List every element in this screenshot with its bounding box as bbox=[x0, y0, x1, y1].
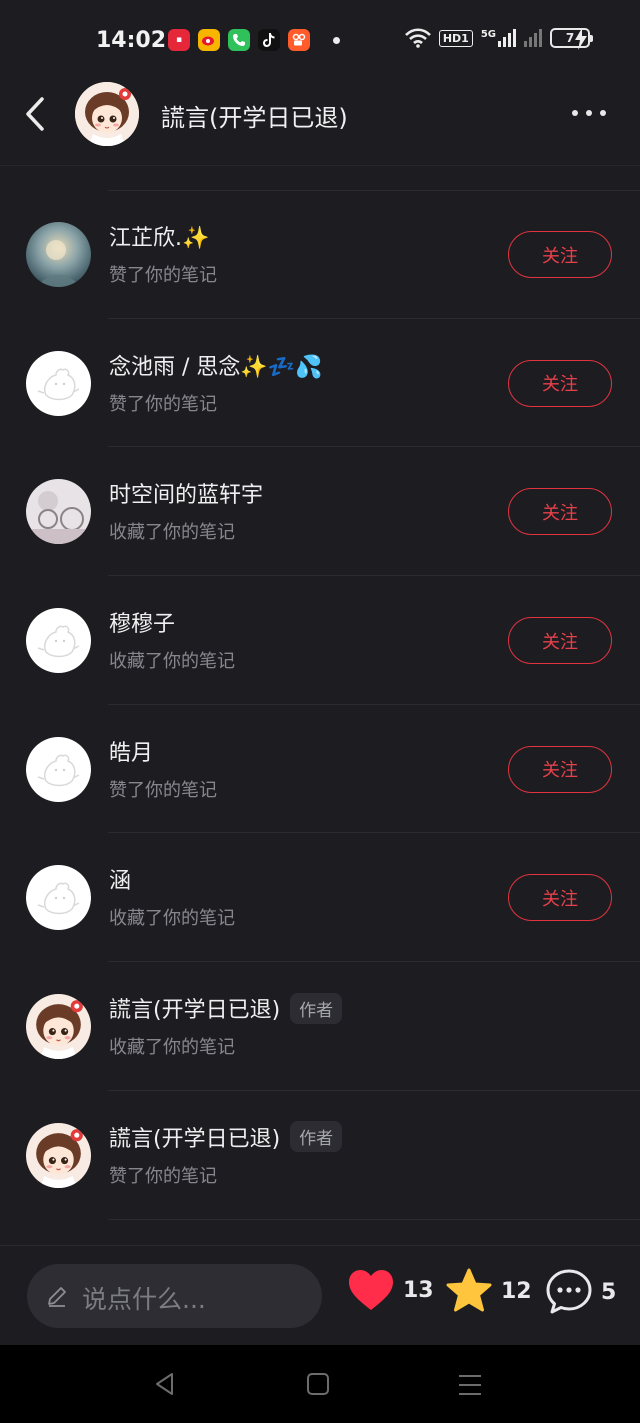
user-avatar[interactable] bbox=[26, 350, 91, 416]
phone-app-icon bbox=[228, 29, 250, 51]
list-item[interactable]: 时空间的蓝轩宇收藏了你的笔记 关注 bbox=[0, 447, 640, 576]
user-name[interactable]: 穆穆子 bbox=[109, 606, 175, 638]
action-text: 赞了你的笔记 bbox=[109, 779, 217, 801]
author-badge: 作者 bbox=[290, 992, 343, 1024]
list-item[interactable]: 謊言(开学日已退) 作者收藏了你的笔记 bbox=[0, 962, 640, 1091]
follow-button[interactable]: 关注 bbox=[508, 745, 612, 793]
user-avatar[interactable] bbox=[26, 479, 91, 545]
action-text: 收藏了你的笔记 bbox=[109, 1037, 235, 1059]
more-dot bbox=[586, 110, 592, 116]
list-item[interactable]: 江芷欣.✨ 赞了你的笔记 关注 bbox=[0, 190, 640, 319]
follow-button[interactable]: 关注 bbox=[508, 488, 612, 536]
notification-dot bbox=[333, 37, 340, 44]
collect-count: 12 bbox=[501, 1278, 532, 1304]
page-title: 謊言(开学日已退) bbox=[161, 104, 348, 132]
user-avatar[interactable] bbox=[26, 865, 91, 931]
follow-button[interactable]: 关注 bbox=[508, 359, 612, 407]
user-name[interactable]: 时空间的蓝轩宇 bbox=[109, 477, 263, 509]
wifi-icon bbox=[404, 28, 431, 48]
user-avatar[interactable] bbox=[26, 608, 91, 674]
follow-button[interactable]: 关注 bbox=[508, 231, 612, 278]
page-header: 謊言(开学日已退) bbox=[0, 80, 640, 166]
name-line: 謊言(开学日已退) 作者 bbox=[109, 992, 343, 1024]
user-avatar[interactable] bbox=[26, 222, 91, 287]
action-text: 赞了你的笔记 bbox=[109, 1165, 217, 1187]
header-avatar[interactable] bbox=[75, 82, 139, 146]
user-avatar[interactable] bbox=[26, 1122, 91, 1188]
like-count: 13 bbox=[403, 1277, 434, 1303]
user-name[interactable]: 念池雨 / 思念✨💤💦 bbox=[109, 349, 323, 381]
collect-button[interactable]: 12 bbox=[445, 1268, 532, 1314]
user-name[interactable]: 皓月 bbox=[109, 735, 153, 767]
user-avatar[interactable] bbox=[26, 994, 91, 1060]
author-badge: 作者 bbox=[290, 1121, 343, 1153]
comment-input[interactable]: 说点什么... bbox=[27, 1264, 322, 1328]
comment-placeholder: 说点什么... bbox=[82, 1285, 206, 1314]
pencil-icon bbox=[48, 1287, 66, 1307]
action-text: 赞了你的笔记 bbox=[109, 265, 217, 286]
comment-count: 5 bbox=[601, 1279, 617, 1305]
heart-icon bbox=[349, 1270, 393, 1310]
tiktok-icon bbox=[258, 29, 280, 51]
name-line: 穆穆子 bbox=[109, 606, 175, 638]
more-dot bbox=[600, 110, 606, 116]
status-bar: 14:02 ▪ HD1 5G 7 bbox=[0, 0, 640, 80]
mini-app-icon: ▪ bbox=[168, 29, 190, 51]
action-text: 收藏了你的笔记 bbox=[109, 651, 235, 673]
name-line: 謊言(开学日已退) 作者 bbox=[109, 1121, 343, 1153]
action-text: 收藏了你的笔记 bbox=[109, 522, 235, 544]
name-line: 念池雨 / 思念✨💤💦 bbox=[109, 349, 323, 381]
nav-back-button[interactable] bbox=[152, 1371, 178, 1397]
charging-icon bbox=[575, 28, 587, 50]
name-line: 江芷欣.✨ bbox=[109, 220, 209, 252]
user-name[interactable]: 涵 bbox=[109, 863, 131, 895]
more-options-button[interactable] bbox=[572, 110, 606, 116]
battery-level: 7 bbox=[565, 31, 575, 45]
status-app-icons: ▪ bbox=[168, 29, 310, 51]
user-name[interactable]: 謊言(开学日已退) bbox=[109, 992, 280, 1024]
like-button[interactable]: 13 bbox=[347, 1268, 434, 1312]
name-line: 涵 bbox=[109, 863, 131, 895]
user-name[interactable]: 江芷欣.✨ bbox=[109, 220, 209, 252]
action-text: 赞了你的笔记 bbox=[109, 393, 217, 415]
signal-icon bbox=[524, 29, 542, 47]
action-text: 收藏了你的笔记 bbox=[109, 908, 235, 930]
list-item[interactable]: 皓月赞了你的笔记 关注 bbox=[0, 705, 640, 834]
list-item[interactable]: 謊言(开学日已退) 作者赞了你的笔记 bbox=[0, 1091, 640, 1220]
nav-menu-button[interactable] bbox=[458, 1373, 482, 1397]
status-time: 14:02 bbox=[96, 28, 167, 53]
list-item[interactable]: 念池雨 / 思念✨💤💦 赞了你的笔记 关注 bbox=[0, 319, 640, 448]
name-line: 皓月 bbox=[109, 735, 153, 767]
user-avatar[interactable] bbox=[26, 736, 91, 802]
follow-button[interactable]: 关注 bbox=[508, 874, 612, 922]
nav-home-button[interactable] bbox=[307, 1373, 329, 1395]
list-item[interactable]: 穆穆子收藏了你的笔记 关注 bbox=[0, 576, 640, 705]
list-item[interactable]: 涵收藏了你的笔记 关注 bbox=[0, 833, 640, 962]
signal-5g-icon: 5G bbox=[481, 29, 516, 47]
hd-badge: HD1 bbox=[438, 29, 473, 47]
user-name[interactable]: 謊言(开学日已退) bbox=[109, 1121, 280, 1153]
back-button[interactable] bbox=[20, 94, 54, 134]
star-icon bbox=[446, 1268, 492, 1312]
weibo-icon bbox=[198, 29, 220, 51]
chat-bubble-icon bbox=[546, 1269, 592, 1314]
name-line: 时空间的蓝轩宇 bbox=[109, 477, 263, 509]
follow-button[interactable]: 关注 bbox=[508, 617, 612, 665]
kuaishou-icon bbox=[288, 29, 310, 51]
bottom-action-bar: 说点什么... 13 12 5 bbox=[0, 1245, 640, 1345]
system-nav-bar bbox=[0, 1345, 640, 1423]
status-indicators: HD1 5G 7 bbox=[404, 28, 593, 48]
notification-list: 江芷欣.✨ 赞了你的笔记 关注 念池雨 / 思念✨💤💦 赞了你的笔记 关注 时空间的蓝轩宇收… bbox=[0, 190, 640, 1220]
comment-button[interactable]: 5 bbox=[545, 1268, 616, 1316]
more-dot bbox=[572, 110, 578, 116]
